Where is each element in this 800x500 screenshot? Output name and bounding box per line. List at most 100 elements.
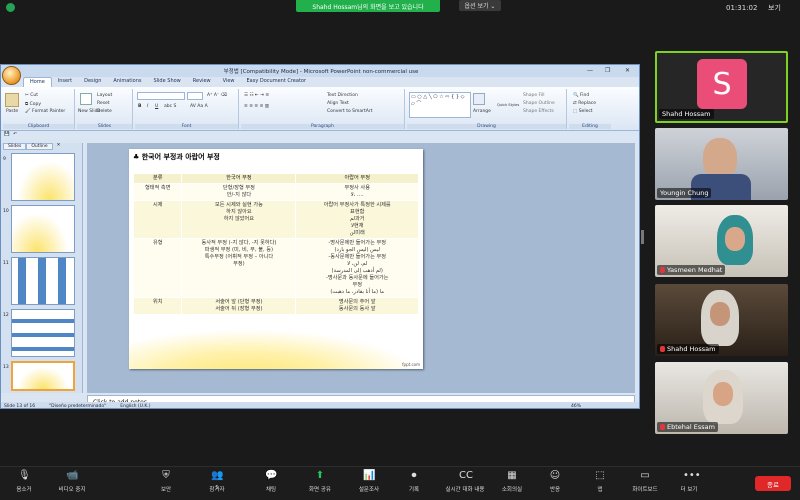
- tab-slides[interactable]: Slides: [3, 143, 27, 150]
- record-button[interactable]: ⏺ 기록: [394, 470, 434, 493]
- layout-button[interactable]: Layout: [97, 93, 112, 98]
- underline-icon[interactable]: U: [155, 104, 158, 109]
- end-meeting-button[interactable]: 종료: [755, 476, 791, 491]
- copy-button[interactable]: ⧉ Copy: [25, 101, 41, 107]
- paste-icon[interactable]: [5, 93, 19, 107]
- shapes-gallery[interactable]: ▭ ○ △ ╲ ⬠ ☆ ⇨ { } ◇ ▱ ⌒: [409, 92, 471, 118]
- participant-tile[interactable]: Yasmeen Medhat: [655, 205, 788, 277]
- cut-button[interactable]: ✂ Cut: [25, 93, 38, 98]
- participant-tile[interactable]: Youngin Chung: [655, 128, 788, 200]
- replace-button[interactable]: ⇄ Replace: [573, 101, 596, 106]
- ribbon: Paste ✂ Cut ⧉ Copy 🖌 Format Painter Clip…: [1, 87, 639, 131]
- status-zoom[interactable]: 46%: [571, 404, 581, 409]
- font-size-box[interactable]: [187, 92, 203, 100]
- convert-smartart-button[interactable]: Convert to SmartArt: [327, 109, 372, 114]
- office-button-icon[interactable]: [2, 66, 21, 85]
- chat-button[interactable]: 💬 채팅: [251, 470, 291, 493]
- select-button[interactable]: ⬚ Select: [573, 109, 593, 114]
- undo-icon[interactable]: ↶: [13, 132, 17, 137]
- table-cell: 형태적 측면: [132, 183, 183, 201]
- apps-button[interactable]: ⬚ 앱: [580, 470, 620, 493]
- find-button[interactable]: 🔍 Find: [573, 93, 589, 98]
- close-panel-icon[interactable]: ✕: [53, 143, 65, 150]
- tab-animations[interactable]: Animations: [107, 77, 147, 87]
- table-header: 한국어 부정: [181, 173, 297, 184]
- tab-view[interactable]: View: [217, 77, 241, 87]
- live-transcript-button[interactable]: CC 실시간 대화 내용: [440, 470, 490, 493]
- tab-outline[interactable]: Outline: [26, 143, 53, 150]
- paste-button[interactable]: Paste: [6, 109, 18, 114]
- font-color-icon[interactable]: AV Aa A: [190, 104, 208, 109]
- view-options-button[interactable]: 옵션 보기 ⌄: [459, 0, 501, 11]
- polls-button[interactable]: 📊 설문조사: [349, 470, 389, 493]
- share-screen-button[interactable]: ⬆ 화면 공유: [300, 470, 340, 493]
- text-direction-button[interactable]: Text Direction: [327, 93, 358, 98]
- record-icon: ⏺: [411, 470, 417, 481]
- video-icon: 📹: [66, 470, 79, 481]
- quick-styles-button[interactable]: Quick Styles: [497, 103, 519, 107]
- tab-design[interactable]: Design: [78, 77, 107, 87]
- maximize-icon[interactable]: ❐: [605, 67, 610, 74]
- shape-effects-button[interactable]: Shape Effects: [523, 109, 554, 114]
- strikethrough-icon[interactable]: abc S: [164, 104, 176, 109]
- table-cell: 유형: [132, 238, 183, 298]
- reset-button[interactable]: Reset: [97, 101, 110, 106]
- bullets-icon[interactable]: ☰ ☷ ⇤ ⇥ ≡: [244, 93, 269, 98]
- tab-slide-show[interactable]: Slide Show: [147, 77, 186, 87]
- slide-thumbnail[interactable]: [11, 205, 75, 253]
- font-name-box[interactable]: [137, 92, 185, 100]
- powerpoint-window: 부정법 [Compatibility Mode] - Microsoft Pow…: [0, 64, 640, 409]
- arrange-button[interactable]: Arrange: [473, 109, 491, 114]
- new-slide-icon[interactable]: [80, 93, 92, 105]
- table-cell: 모든 시제와 실현 가능 하지 않아요 하지 않았어요: [181, 200, 297, 239]
- bold-icon[interactable]: B: [138, 104, 141, 109]
- share-icon: ⬆: [315, 470, 325, 481]
- tab-home[interactable]: Home: [23, 77, 52, 87]
- format-painter-button[interactable]: 🖌 Format Painter: [25, 109, 65, 114]
- view-button[interactable]: 보기: [768, 3, 781, 13]
- live-transcript-label: 실시간 대화 내용: [445, 487, 485, 493]
- save-icon[interactable]: 💾: [4, 132, 10, 137]
- align-icon[interactable]: ≡ ≡ ≡ ≡ ▥: [244, 104, 269, 109]
- arrange-icon[interactable]: [473, 93, 485, 105]
- security-button[interactable]: ⛨ 보안: [146, 470, 186, 493]
- participants-button[interactable]: 👥5 참가자: [197, 470, 237, 493]
- slide-thumbnail[interactable]: [11, 309, 75, 357]
- participant-tile[interactable]: Shahd Hossam: [655, 284, 788, 356]
- minimize-icon[interactable]: —: [587, 67, 593, 74]
- slide-thumbnail[interactable]: [11, 257, 75, 305]
- editing-label: Editing: [569, 124, 611, 129]
- participant-tile[interactable]: Ebtehal Essam: [655, 362, 788, 434]
- slide-thumbnail[interactable]: [11, 153, 75, 201]
- more-button[interactable]: ••• 더 보기: [669, 470, 709, 493]
- shape-fill-button[interactable]: Shape Fill: [523, 93, 545, 98]
- security-icon[interactable]: [6, 3, 15, 12]
- breakout-rooms-button[interactable]: ▦ 소회의실: [492, 470, 532, 493]
- participant-video: [725, 227, 745, 251]
- drawing-label: Drawing: [407, 124, 566, 129]
- status-language: English (U.K.): [120, 403, 151, 409]
- paragraph-label: Paragraph: [241, 124, 404, 129]
- close-icon[interactable]: ✕: [625, 67, 630, 74]
- stop-video-button[interactable]: 📹 비디오 중지: [52, 470, 92, 493]
- current-slide: ♣ 한국어 부정과 아랍어 부정 분류 한국어 부정 아랍어 부정 형태적 측면…: [129, 149, 423, 369]
- table-header: 아랍어 부정: [295, 173, 419, 184]
- participant-tile[interactable]: S Shahd Hossam: [655, 51, 788, 123]
- whiteboard-button[interactable]: ▭ 화이트보드: [625, 470, 665, 493]
- panel-resize-handle[interactable]: [641, 230, 644, 244]
- mute-button[interactable]: 🎙 음소거: [4, 470, 44, 493]
- ppt-title-bar: 부정법 [Compatibility Mode] - Microsoft Pow…: [1, 65, 639, 77]
- shape-outline-button[interactable]: Shape Outline: [523, 101, 555, 106]
- slide-thumbnail-selected[interactable]: [11, 361, 75, 391]
- whiteboard-icon: ▭: [640, 470, 650, 481]
- align-text-button[interactable]: Align Text: [327, 101, 349, 106]
- tab-easy-document-creator[interactable]: Easy Document Creator: [241, 77, 313, 87]
- italic-icon[interactable]: I: [147, 104, 148, 109]
- status-bar: Slide 13 of 16 "Diseño predeterminado" E…: [1, 402, 639, 409]
- font-group: A⁺ A⁻ ⌫ B I U abc S AV Aa A Font: [135, 89, 239, 129]
- tab-review[interactable]: Review: [187, 77, 217, 87]
- tab-insert[interactable]: Insert: [52, 77, 78, 87]
- delete-button[interactable]: Delete: [97, 109, 112, 114]
- grow-font-icon[interactable]: A⁺ A⁻ ⌫: [207, 93, 227, 98]
- reactions-button[interactable]: ☺ 반응: [535, 470, 575, 493]
